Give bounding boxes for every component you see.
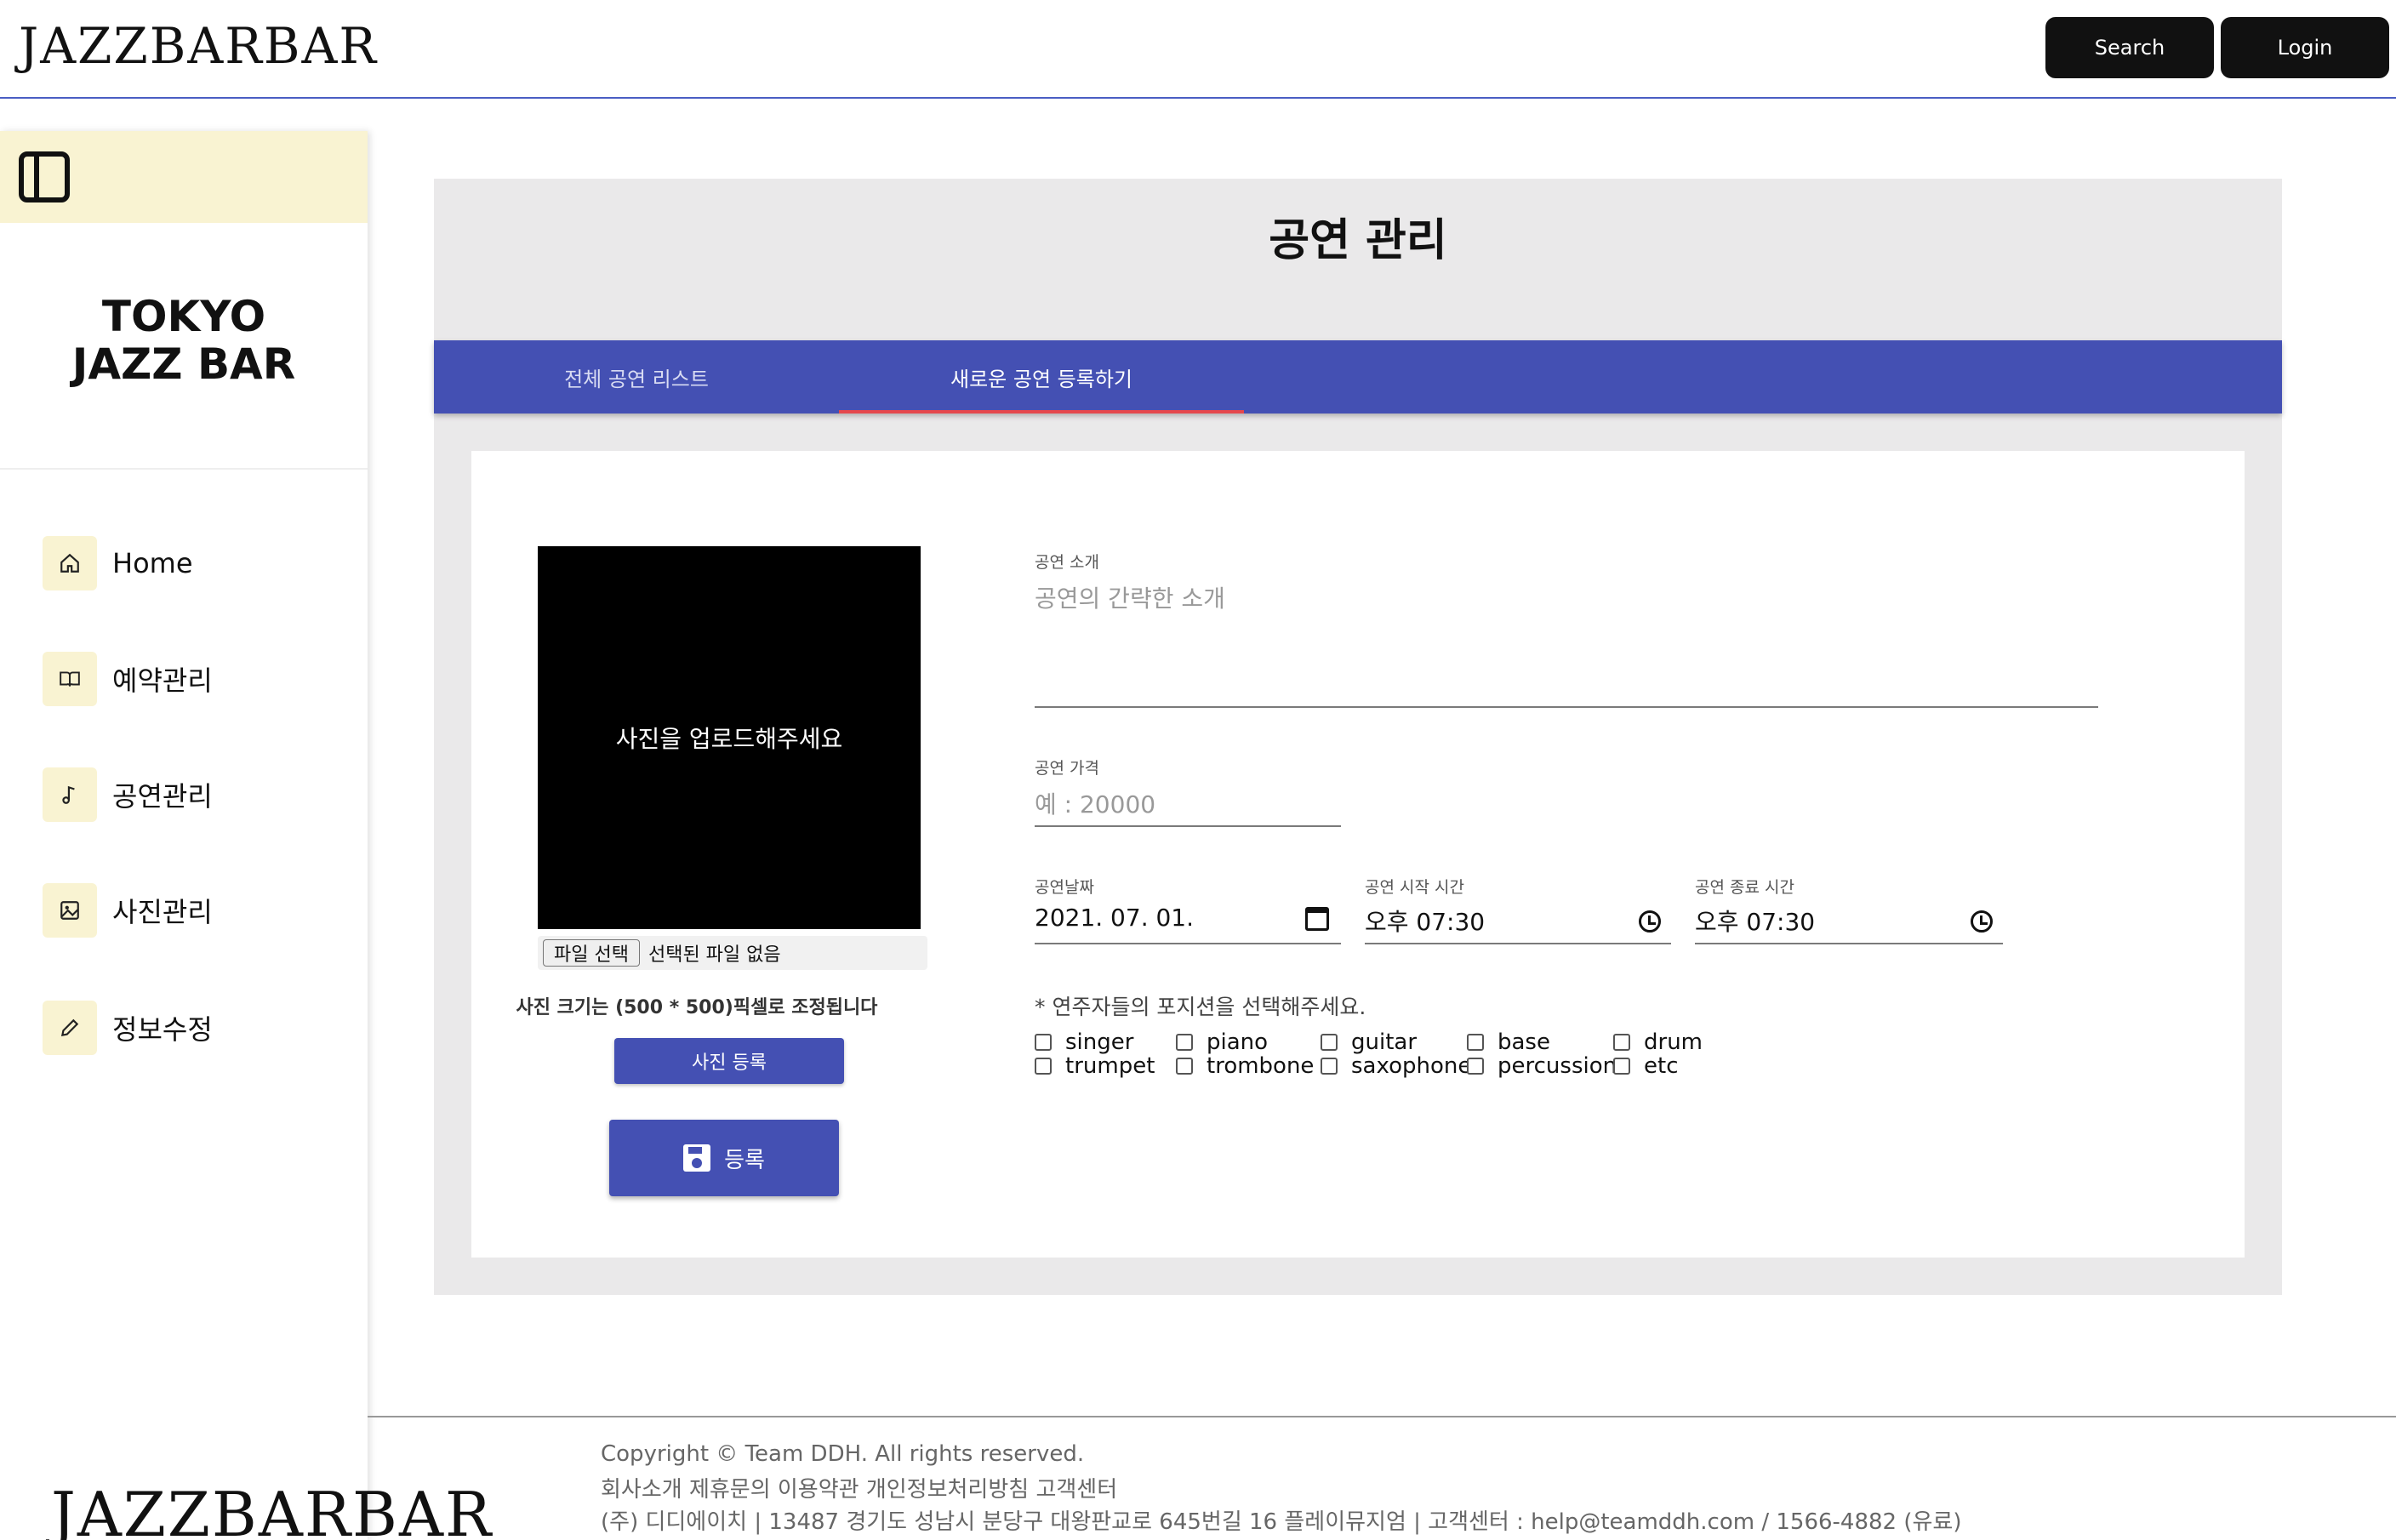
sidebar-item-label: 예약관리 xyxy=(112,664,213,697)
price-label: 공연 가격 xyxy=(1035,759,1099,778)
site-logo[interactable]: JAZZBARBAR xyxy=(19,14,378,78)
save-icon xyxy=(683,1144,711,1172)
registration-form-card: 사진을 업로드해주세요 파일 선택 선택된 파일 없음 사진 크기는 (500 … xyxy=(471,451,2245,1258)
end-time-underline xyxy=(1695,943,2003,944)
checkbox[interactable] xyxy=(1613,1034,1630,1051)
footer-logo: JAZZBARBAR xyxy=(51,1479,493,1540)
sidebar-item-label: Home xyxy=(112,547,193,579)
photo-size-note: 사진 크기는 (500 * 500)픽셀로 조정됩니다 xyxy=(516,997,878,1018)
file-status-text: 선택된 파일 없음 xyxy=(647,944,781,966)
positions-note: * 연주자들의 포지션을 선택해주세요. xyxy=(1035,995,1366,1019)
date-underline xyxy=(1035,943,1341,944)
footer-links[interactable]: 회사소개 제휴문의 이용약관 개인정보처리방침 고객센터 xyxy=(601,1472,1117,1503)
sidebar-title: TOKYO JAZZ BAR xyxy=(0,293,368,388)
sidebar-item-home[interactable]: Home xyxy=(43,536,332,590)
position-checkbox[interactable]: etc xyxy=(1613,1053,1679,1079)
sidebar-title-line2: JAZZ BAR xyxy=(71,339,296,389)
position-label: base xyxy=(1498,1030,1550,1055)
position-checkbox[interactable]: percussion xyxy=(1467,1053,1617,1079)
register-button[interactable]: 등록 xyxy=(609,1120,839,1196)
position-checkbox[interactable]: piano xyxy=(1176,1030,1268,1055)
position-label: guitar xyxy=(1351,1030,1418,1055)
position-label: saxophone xyxy=(1351,1053,1472,1079)
position-checkbox[interactable]: trombone xyxy=(1176,1053,1314,1079)
photo-preview: 사진을 업로드해주세요 xyxy=(538,546,921,929)
checkbox[interactable] xyxy=(1176,1034,1193,1051)
price-input[interactable]: 예 : 20000 xyxy=(1035,786,1155,820)
checkbox[interactable] xyxy=(1613,1058,1630,1075)
checkbox[interactable] xyxy=(1321,1034,1338,1051)
register-button-label: 등록 xyxy=(724,1147,765,1173)
end-time-input[interactable]: 오후 07:30 xyxy=(1695,904,1815,938)
clock-icon[interactable] xyxy=(1639,910,1661,933)
position-label: etc xyxy=(1644,1053,1679,1079)
position-checkbox[interactable]: guitar xyxy=(1321,1030,1417,1055)
intro-underline xyxy=(1035,706,2098,708)
sidebar-item-label: 정보수정 xyxy=(112,1013,213,1046)
intro-label: 공연 소개 xyxy=(1035,553,1099,572)
end-time-label: 공연 종료 시간 xyxy=(1695,878,1794,897)
search-button[interactable]: Search xyxy=(2045,17,2214,78)
music-note-icon xyxy=(43,767,97,822)
footer-copyright: Copyright © Team DDH. All rights reserve… xyxy=(601,1441,1085,1467)
image-icon xyxy=(43,883,97,938)
position-label: trombone xyxy=(1207,1053,1315,1079)
file-input: 파일 선택 선택된 파일 없음 xyxy=(538,936,927,970)
logo-text: JAZZBARBAR xyxy=(19,17,379,75)
position-checkbox[interactable]: base xyxy=(1467,1030,1550,1055)
start-time-input[interactable]: 오후 07:30 xyxy=(1365,904,1485,938)
price-underline xyxy=(1035,825,1341,827)
checkbox[interactable] xyxy=(1321,1058,1338,1075)
login-button[interactable]: Login xyxy=(2221,17,2389,78)
position-checkbox[interactable]: drum xyxy=(1613,1030,1703,1055)
sidebar-item-label: 공연관리 xyxy=(112,780,213,813)
top-bar: JAZZBARBAR Search Login xyxy=(0,0,2396,99)
position-checkbox[interactable]: singer xyxy=(1035,1030,1133,1055)
sidebar-item-performances[interactable]: 공연관리 xyxy=(43,767,332,822)
choose-file-button[interactable]: 파일 선택 xyxy=(543,939,640,967)
sidebar-title-line1: TOKYO xyxy=(101,292,266,341)
photo-placeholder-text: 사진을 업로드해주세요 xyxy=(615,725,843,753)
tab-bar: 전체 공연 리스트 새로운 공연 등록하기 xyxy=(434,340,2282,414)
footer-address: (주) 디디에이치 | 13487 경기도 성남시 분당구 대왕판교로 645번… xyxy=(601,1509,1962,1535)
start-time-label: 공연 시작 시간 xyxy=(1365,878,1464,897)
tab-all-performances[interactable]: 전체 공연 리스트 xyxy=(434,340,839,414)
intro-input[interactable]: 공연의 간략한 소개 xyxy=(1035,580,1225,614)
tab-new-performance[interactable]: 새로운 공연 등록하기 xyxy=(839,340,1244,414)
sidebar-item-edit-info[interactable]: 정보수정 xyxy=(43,1001,332,1055)
pencil-icon xyxy=(43,1001,97,1055)
position-label: drum xyxy=(1644,1030,1703,1055)
date-label: 공연날짜 xyxy=(1035,878,1094,897)
checkbox[interactable] xyxy=(1035,1034,1052,1051)
position-label: singer xyxy=(1065,1030,1134,1055)
page-title: 공연 관리 xyxy=(1269,215,1447,266)
sidebar-item-photos[interactable]: 사진관리 xyxy=(43,883,332,938)
clock-icon[interactable] xyxy=(1971,910,1993,933)
sidebar-item-reservations[interactable]: 예약관리 xyxy=(43,652,332,706)
position-checkbox[interactable]: trumpet xyxy=(1035,1053,1155,1079)
upload-photo-button[interactable]: 사진 등록 xyxy=(614,1038,844,1084)
book-icon xyxy=(43,652,97,706)
active-tab-indicator xyxy=(839,410,1244,414)
sidebar-toggle-icon xyxy=(19,151,70,202)
position-label: trumpet xyxy=(1065,1053,1155,1079)
home-icon xyxy=(43,536,97,590)
sidebar-toggle[interactable] xyxy=(0,131,368,223)
checkbox[interactable] xyxy=(1176,1058,1193,1075)
footer-divider xyxy=(368,1416,2396,1417)
performance-panel: 공연 관리 전체 공연 리스트 새로운 공연 등록하기 사진을 업로드해주세요 … xyxy=(434,179,2282,1295)
checkbox[interactable] xyxy=(1035,1058,1052,1075)
sidebar: TOKYO JAZZ BAR Home 예약관리 공연관리 사진관리 정보수정 xyxy=(0,131,368,1540)
position-label: piano xyxy=(1207,1030,1269,1055)
checkbox[interactable] xyxy=(1467,1058,1484,1075)
position-label: percussion xyxy=(1498,1053,1617,1079)
calendar-icon[interactable] xyxy=(1305,907,1329,931)
date-input[interactable]: 2021. 07. 01. xyxy=(1035,904,1194,932)
start-time-underline xyxy=(1365,943,1671,944)
sidebar-item-label: 사진관리 xyxy=(112,896,213,928)
position-checkbox[interactable]: saxophone xyxy=(1321,1053,1471,1079)
sidebar-divider xyxy=(0,468,368,470)
checkbox[interactable] xyxy=(1467,1034,1484,1051)
